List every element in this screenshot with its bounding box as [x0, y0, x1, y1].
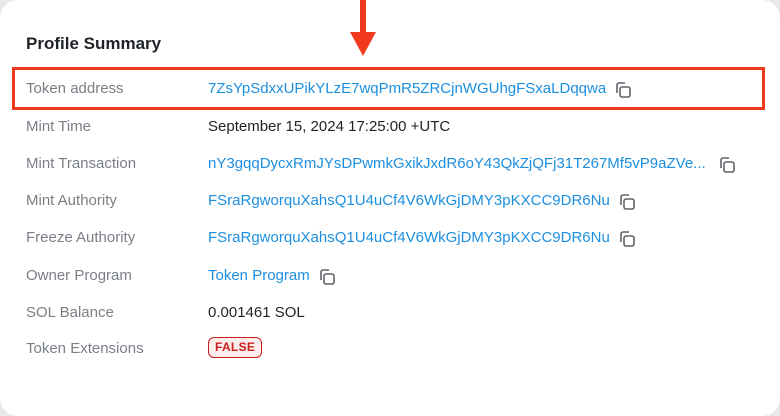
sol-balance-label: SOL Balance — [26, 304, 114, 321]
token-extensions-badge: FALSE — [208, 337, 263, 358]
copy-icon[interactable] — [618, 193, 636, 211]
row-mint-transaction: Mint Transaction nY3gqqDycxRmJYsDPwmkGxi… — [0, 152, 780, 176]
copy-icon[interactable] — [718, 156, 736, 174]
mint-authority-link[interactable]: FSraRgworquXahsQ1U4uCf4V6WkGjDMY3pKXCC9D… — [208, 189, 610, 213]
row-mint-authority: Mint Authority FSraRgworquXahsQ1U4uCf4V6… — [0, 189, 780, 213]
mint-time-value: September 15, 2024 17:25:00 +UTC — [208, 118, 451, 135]
row-freeze-authority: Freeze Authority FSraRgworquXahsQ1U4uCf4… — [0, 226, 780, 250]
token-address-link[interactable]: 7ZsYpSdxxUPikYLzE7wqPmR5ZRCjnWGUhgFSxaLD… — [208, 77, 606, 101]
mint-transaction-label: Mint Transaction — [26, 155, 137, 172]
card-title: Profile Summary — [26, 34, 162, 53]
mint-transaction-link[interactable]: nY3gqqDycxRmJYsDPwmkGxikJxdR6oY43QkZjQFj… — [208, 152, 706, 176]
mint-authority-label: Mint Authority — [26, 192, 117, 209]
owner-program-link[interactable]: Token Program — [208, 264, 310, 288]
mint-time-label: Mint Time — [26, 118, 92, 135]
profile-summary-card: Profile Summary Token address 7ZsYpSdxxU… — [0, 0, 780, 416]
copy-icon[interactable] — [618, 230, 636, 248]
copy-icon[interactable] — [614, 81, 632, 99]
row-owner-program: Owner Program Token Program — [0, 264, 780, 288]
copy-icon[interactable] — [318, 268, 336, 286]
token-address-label: Token address — [26, 80, 124, 97]
row-sol-balance: SOL Balance 0.001461 SOL — [0, 301, 780, 325]
row-token-extensions: Token Extensions FALSE — [0, 337, 780, 361]
owner-program-label: Owner Program — [26, 267, 132, 284]
row-mint-time: Mint Time September 15, 2024 17:25:00 +U… — [0, 115, 780, 139]
arrow-down-icon — [350, 0, 376, 56]
sol-balance-value: 0.001461 SOL — [208, 304, 305, 321]
token-extensions-label: Token Extensions — [26, 340, 144, 357]
freeze-authority-link[interactable]: FSraRgworquXahsQ1U4uCf4V6WkGjDMY3pKXCC9D… — [208, 226, 610, 250]
freeze-authority-label: Freeze Authority — [26, 229, 136, 246]
row-token-address: Token address 7ZsYpSdxxUPikYLzE7wqPmR5ZR… — [0, 77, 780, 101]
